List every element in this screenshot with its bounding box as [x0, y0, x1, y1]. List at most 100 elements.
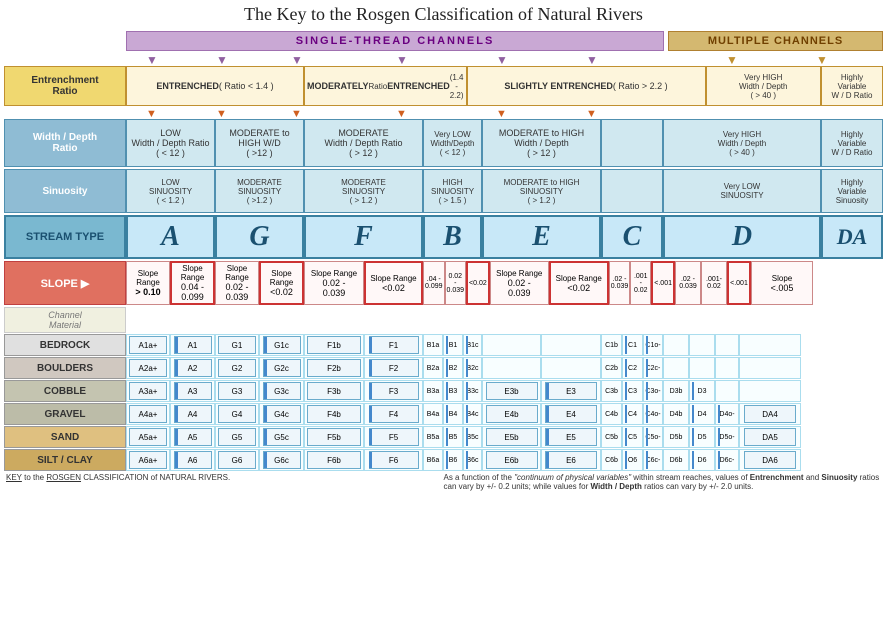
slope-G1: Slope Range0.02 -0.039	[215, 261, 259, 305]
cell-G5c: G5c	[259, 426, 304, 448]
wd-row: Width / DepthRatio LOWWidth / Depth Rati…	[4, 119, 883, 167]
slope-C3: <.001	[651, 261, 675, 305]
stream-type-E-space: B	[423, 215, 482, 259]
cell-DA4: DA4	[739, 403, 801, 425]
slope-E1: Slope Range0.02 -0.039	[490, 261, 549, 305]
cell-B1a: B1a	[423, 334, 443, 356]
cell-G6: G6	[215, 449, 259, 471]
cell-B3: B3	[443, 380, 463, 402]
cell-B5a: B5a	[423, 426, 443, 448]
stream-type-G: G	[215, 215, 304, 259]
o-arrow-1: ▼	[146, 108, 157, 120]
stream-type-F: F	[304, 215, 423, 259]
bedrock-label: BEDROCK	[4, 334, 126, 356]
cell-B2a: B2a	[423, 357, 443, 379]
arrow-6: ▼	[586, 53, 598, 67]
cell-F4b: F4b	[304, 403, 364, 425]
highly-variable-wd-cell: HighlyVariableW / D Ratio	[821, 66, 883, 106]
cell-B1c: B1c	[463, 334, 482, 356]
arrows-row: ▼ ▼ ▼ ▼ ▼ ▼ ▼ ▼	[126, 53, 883, 65]
cell-G1c: G1c	[259, 334, 304, 356]
cell-E3: E3	[541, 380, 601, 402]
sinuosity-row: Sinuosity LOWSINUOSITY( < 1.2 ) MODERATE…	[4, 169, 883, 213]
cobble-row: COBBLE A3a+ A3 G3 G3c F3b F3 B3a B3 B3c …	[4, 380, 883, 402]
arrow-7: ▼	[726, 53, 738, 67]
cell-A1a: A1a+	[126, 334, 170, 356]
cell-G4c: G4c	[259, 403, 304, 425]
gravel-row: GRAVEL A4a+ A4 G4 G4c F4b F4 B4a B4 B4c …	[4, 403, 883, 425]
sin-moderate: MODERATESINUOSITY( >1.2 )	[215, 169, 304, 213]
cell-D-cobble-empty	[715, 380, 739, 402]
silt-label: SILT / CLAY	[4, 449, 126, 471]
page-title: The Key to the Rosgen Classification of …	[4, 4, 883, 25]
cell-F2b: F2b	[304, 357, 364, 379]
single-thread-banner: SINGLE-THREAD CHANNELS	[126, 31, 664, 51]
cell-D5o: D5o-	[715, 426, 739, 448]
moderately-entrenched-cell: MODERATELY RatioENTRENCHED (1.4 - 2.2)	[304, 66, 467, 106]
cell-DA6: DA6	[739, 449, 801, 471]
cell-C4o: C4o-	[643, 403, 663, 425]
cell-G2: G2	[215, 357, 259, 379]
wd-low: LOWWidth / Depth Ratio( < 12 )	[126, 119, 215, 167]
cell-B6c: B6c	[463, 449, 482, 471]
cell-E4: E4	[541, 403, 601, 425]
cell-C2: C2	[622, 357, 643, 379]
cell-C4: C4	[622, 403, 643, 425]
o-arrow-2: ▼	[216, 108, 227, 120]
cell-B5c: B5c	[463, 426, 482, 448]
cell-E4b: E4b	[482, 403, 541, 425]
cell-D6c: D6c-	[715, 449, 739, 471]
cell-A4: A4	[170, 403, 215, 425]
sin-mod-high: MODERATE to HIGHSINUOSITY( > 1.2 )	[482, 169, 601, 213]
cell-E-boulders-empty	[482, 357, 541, 379]
cell-A1: A1	[170, 334, 215, 356]
wd-very-low: Very LOWWidth/Depth( < 12 )	[423, 119, 482, 167]
cell-D5: D5	[689, 426, 715, 448]
cell-A2: A2	[170, 357, 215, 379]
cell-D-bedrock-empty3	[715, 334, 739, 356]
slope-C2: .001 - 0.02	[630, 261, 651, 305]
cell-A5a: A5a+	[126, 426, 170, 448]
cell-F2: F2	[364, 357, 423, 379]
cell-F3: F3	[364, 380, 423, 402]
footer-key: KEY to the ROSGEN CLASSIFICATION of NATU…	[6, 473, 230, 482]
cell-F3b: F3b	[304, 380, 364, 402]
sand-row: SAND A5a+ A5 G5 G5c F5b F5 B5a B5 B5c E5…	[4, 426, 883, 448]
channel-material-row: ChannelMaterial	[4, 307, 883, 333]
cell-B6: B6	[443, 449, 463, 471]
cell-G1: G1	[215, 334, 259, 356]
cell-E3b: E3b	[482, 380, 541, 402]
wd-mod-high-2: MODERATE to HIGHWidth / Depth( > 12 )	[482, 119, 601, 167]
o-arrow-5: ▼	[496, 108, 507, 120]
cell-E5: E5	[541, 426, 601, 448]
cell-C1o: C1o-	[643, 334, 663, 356]
cell-O6: O6	[622, 449, 643, 471]
cell-A5: A5	[170, 426, 215, 448]
arrow-3: ▼	[291, 53, 303, 67]
cell-B3c: B3c	[463, 380, 482, 402]
entrenchment-label: EntrenchmentRatio	[4, 66, 126, 106]
stream-type-label: STREAM TYPE	[4, 215, 126, 259]
stream-type-DA: DA	[821, 215, 883, 259]
cell-E5b: E5b	[482, 426, 541, 448]
cell-E-boulders-empty2	[541, 357, 601, 379]
wd-moderate-high: MODERATE toHIGH W/D( >12 )	[215, 119, 304, 167]
wd-moderate: MODERATEWidth / Depth Ratio( > 12 )	[304, 119, 423, 167]
slope-F1: Slope Range0.02 -0.039	[304, 261, 364, 305]
slope-E2: Slope Range<0.02	[549, 261, 609, 305]
very-high-wd-cell: Very HIGHWidth / Depth( > 40 )	[706, 66, 821, 106]
gravel-label: GRAVEL	[4, 403, 126, 425]
slope-D2: .001- 0.02	[701, 261, 727, 305]
cell-C2c: C2c-	[643, 357, 663, 379]
cell-F4: F4	[364, 403, 423, 425]
sand-label: SAND	[4, 426, 126, 448]
cell-C5b: C5b	[601, 426, 622, 448]
cell-B5: B5	[443, 426, 463, 448]
stream-type-C-space: E	[482, 215, 601, 259]
sinuosity-label: Sinuosity	[4, 169, 126, 213]
cell-D-bedrock-empty2	[689, 334, 715, 356]
cell-B2: B2	[443, 357, 463, 379]
cell-D-bedrock-empty	[663, 334, 689, 356]
bedrock-row: BEDROCK A1a+ A1 G1 G1c F1b F1 B1a B1 B1c…	[4, 334, 883, 356]
cell-C4b: C4b	[601, 403, 622, 425]
